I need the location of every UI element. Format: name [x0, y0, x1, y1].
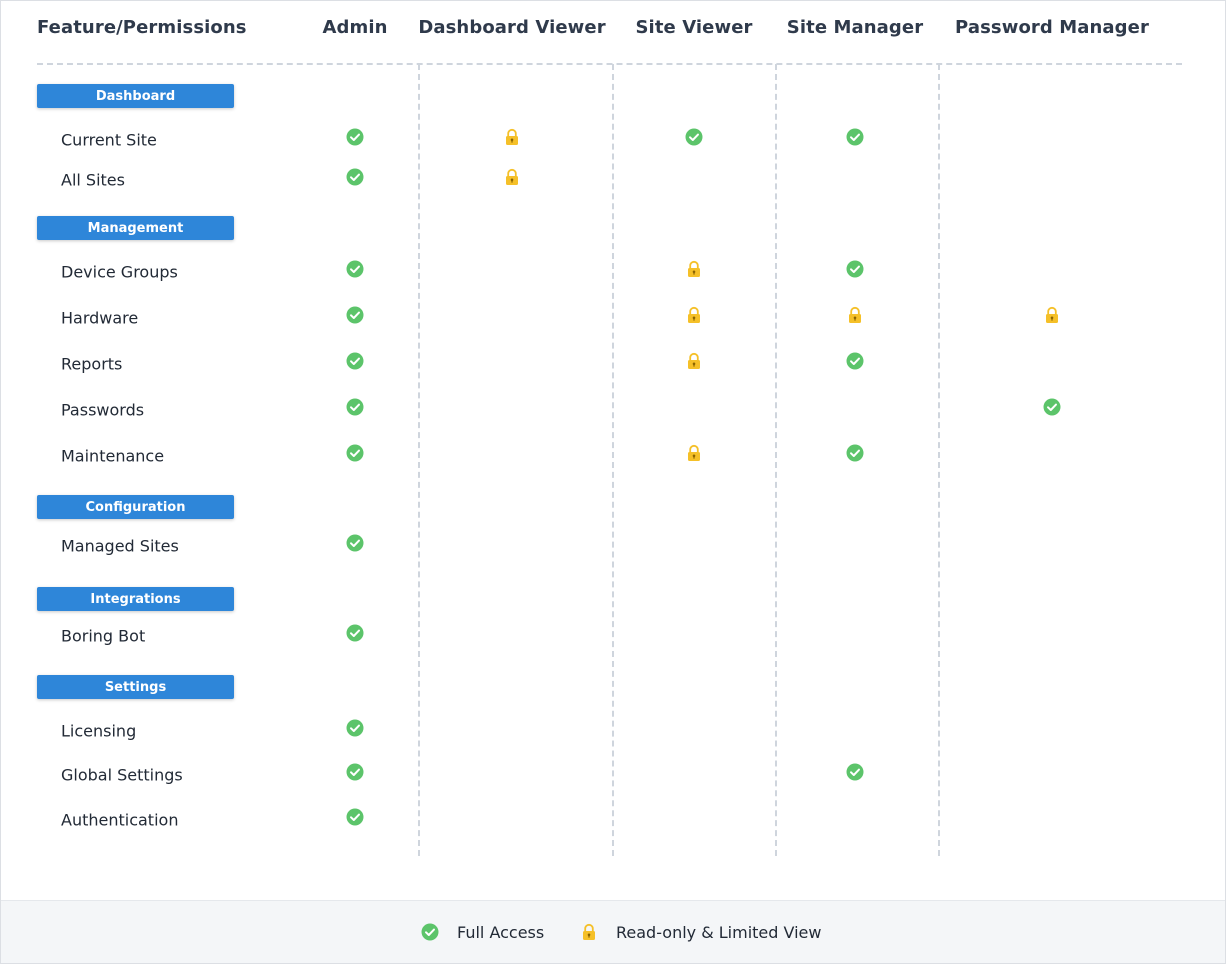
check-circle-icon — [346, 398, 364, 416]
feature-global-settings: Global Settings — [61, 765, 183, 785]
lock-icon — [685, 306, 703, 324]
header-role-admin: Admin — [322, 17, 388, 38]
lock-icon — [580, 923, 598, 941]
check-circle-icon — [346, 534, 364, 552]
lock-icon — [503, 168, 521, 186]
section-management: Management — [37, 216, 234, 240]
lock-icon — [685, 352, 703, 370]
header-role-site-viewer: Site Viewer — [635, 17, 753, 38]
feature-current-site: Current Site — [61, 130, 157, 150]
lock-icon — [846, 306, 864, 324]
check-circle-icon — [846, 444, 864, 462]
check-circle-icon — [346, 352, 364, 370]
check-circle-icon — [421, 923, 439, 941]
check-circle-icon — [846, 128, 864, 146]
check-circle-icon — [846, 260, 864, 278]
section-dashboard: Dashboard — [37, 84, 234, 108]
lock-icon — [685, 444, 703, 462]
check-circle-icon — [846, 352, 864, 370]
legend-read-only: Read-only & Limited View — [580, 901, 821, 963]
feature-maintenance: Maintenance — [61, 446, 165, 466]
header-feature: Feature/Permissions — [37, 17, 247, 38]
lock-icon — [685, 260, 703, 278]
header-role-password-manager: Password Manager — [955, 17, 1149, 38]
column-divider — [612, 64, 614, 856]
feature-boring-bot: Boring Bot — [61, 626, 146, 646]
check-circle-icon — [1043, 398, 1061, 416]
check-circle-icon — [685, 128, 703, 146]
check-circle-icon — [346, 260, 364, 278]
legend-bar: Full Access Read-only & Limited View — [1, 900, 1225, 963]
check-circle-icon — [846, 763, 864, 781]
legend-read-only-label: Read-only & Limited View — [616, 922, 822, 942]
check-circle-icon — [346, 808, 364, 826]
column-divider — [775, 64, 777, 856]
check-circle-icon — [346, 444, 364, 462]
feature-passwords: Passwords — [61, 400, 145, 420]
feature-all-sites: All Sites — [61, 170, 125, 190]
section-integrations: Integrations — [37, 587, 234, 611]
section-configuration: Configuration — [37, 495, 234, 519]
feature-managed-sites: Managed Sites — [61, 536, 179, 556]
lock-icon — [1043, 306, 1061, 324]
check-circle-icon — [346, 306, 364, 324]
check-circle-icon — [346, 719, 364, 737]
legend-full-access-label: Full Access — [457, 922, 545, 942]
feature-authentication: Authentication — [61, 810, 179, 830]
legend-full-access: Full Access — [421, 901, 544, 963]
header-role-site-manager: Site Manager — [786, 17, 924, 38]
header-divider — [37, 63, 1182, 65]
check-circle-icon — [346, 763, 364, 781]
feature-device-groups: Device Groups — [61, 262, 178, 282]
feature-licensing: Licensing — [61, 721, 137, 741]
column-divider — [418, 64, 420, 856]
check-circle-icon — [346, 624, 364, 642]
header-role-dashboard-viewer: Dashboard Viewer — [418, 17, 606, 38]
check-circle-icon — [346, 168, 364, 186]
feature-reports: Reports — [61, 354, 123, 374]
column-divider — [938, 64, 940, 856]
check-circle-icon — [346, 128, 364, 146]
lock-icon — [503, 128, 521, 146]
section-settings: Settings — [37, 675, 234, 699]
feature-hardware: Hardware — [61, 308, 139, 328]
